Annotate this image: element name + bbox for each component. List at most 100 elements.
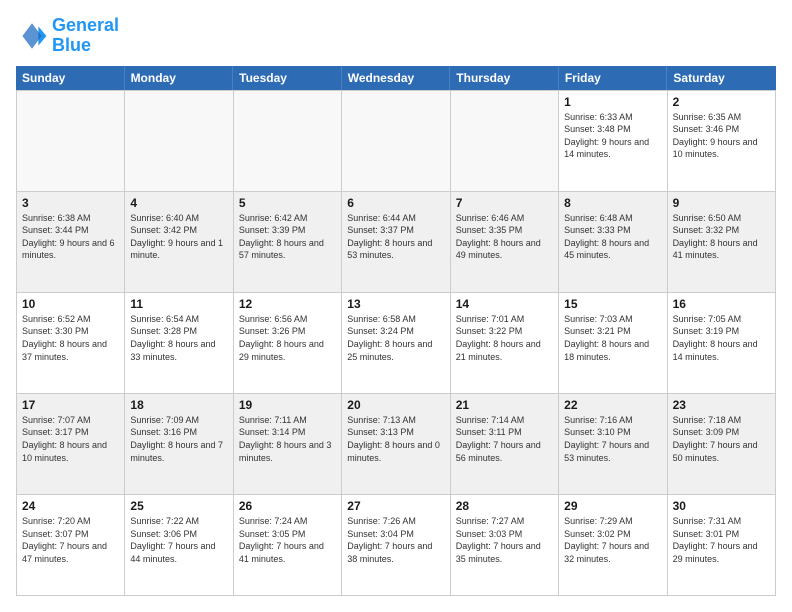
day-number: 22 xyxy=(564,398,661,412)
day-info: Sunrise: 6:48 AM Sunset: 3:33 PM Dayligh… xyxy=(564,212,661,262)
header-day-wednesday: Wednesday xyxy=(342,66,451,90)
day-info: Sunrise: 6:58 AM Sunset: 3:24 PM Dayligh… xyxy=(347,313,444,363)
day-cell-8: 8 Sunrise: 6:48 AM Sunset: 3:33 PM Daylig… xyxy=(559,192,667,293)
day-info: Sunrise: 7:27 AM Sunset: 3:03 PM Dayligh… xyxy=(456,515,553,565)
day-cell-19: 19 Sunrise: 7:11 AM Sunset: 3:14 PM Dayli… xyxy=(234,394,342,495)
day-cell-6: 6 Sunrise: 6:44 AM Sunset: 3:37 PM Daylig… xyxy=(342,192,450,293)
day-cell-2: 2 Sunrise: 6:35 AM Sunset: 3:46 PM Daylig… xyxy=(668,91,776,192)
day-number: 1 xyxy=(564,95,661,109)
day-cell-28: 28 Sunrise: 7:27 AM Sunset: 3:03 PM Dayli… xyxy=(451,495,559,596)
day-cell-25: 25 Sunrise: 7:22 AM Sunset: 3:06 PM Dayli… xyxy=(125,495,233,596)
day-info: Sunrise: 6:40 AM Sunset: 3:42 PM Dayligh… xyxy=(130,212,227,262)
day-cell-3: 3 Sunrise: 6:38 AM Sunset: 3:44 PM Daylig… xyxy=(17,192,125,293)
day-info: Sunrise: 6:42 AM Sunset: 3:39 PM Dayligh… xyxy=(239,212,336,262)
empty-cell xyxy=(451,91,559,192)
day-info: Sunrise: 7:11 AM Sunset: 3:14 PM Dayligh… xyxy=(239,414,336,464)
day-cell-23: 23 Sunrise: 7:18 AM Sunset: 3:09 PM Dayli… xyxy=(668,394,776,495)
day-cell-27: 27Sunrise: 7:26 AM Sunset: 3:04 PM Dayli… xyxy=(342,495,450,596)
day-cell-7: 7 Sunrise: 6:46 AM Sunset: 3:35 PM Daylig… xyxy=(451,192,559,293)
empty-cell xyxy=(342,91,450,192)
day-cell-18: 18 Sunrise: 7:09 AM Sunset: 3:16 PM Dayli… xyxy=(125,394,233,495)
header-day-saturday: Saturday xyxy=(667,66,776,90)
day-cell-21: 21 Sunrise: 7:14 AM Sunset: 3:11 PM Dayli… xyxy=(451,394,559,495)
day-number: 7 xyxy=(456,196,553,210)
day-cell-17: 17 Sunrise: 7:07 AM Sunset: 3:17 PM Dayli… xyxy=(17,394,125,495)
header-day-thursday: Thursday xyxy=(450,66,559,90)
day-cell-5: 5 Sunrise: 6:42 AM Sunset: 3:39 PM Daylig… xyxy=(234,192,342,293)
day-cell-14: 14Sunrise: 7:01 AM Sunset: 3:22 PM Dayli… xyxy=(451,293,559,394)
day-number: 13 xyxy=(347,297,444,311)
day-number: 21 xyxy=(456,398,553,412)
day-cell-22: 22 Sunrise: 7:16 AM Sunset: 3:10 PM Dayli… xyxy=(559,394,667,495)
header-day-sunday: Sunday xyxy=(16,66,125,90)
page: General Blue SundayMondayTuesdayWednesda… xyxy=(0,0,792,612)
day-info: Sunrise: 6:35 AM Sunset: 3:46 PM Dayligh… xyxy=(673,111,770,161)
day-info: Sunrise: 7:01 AM Sunset: 3:22 PM Dayligh… xyxy=(456,313,553,363)
day-info: Sunrise: 7:05 AM Sunset: 3:19 PM Dayligh… xyxy=(673,313,770,363)
empty-cell xyxy=(234,91,342,192)
day-info: Sunrise: 7:03 AM Sunset: 3:21 PM Dayligh… xyxy=(564,313,661,363)
day-number: 25 xyxy=(130,499,227,513)
calendar-header: SundayMondayTuesdayWednesdayThursdayFrid… xyxy=(16,66,776,90)
calendar: SundayMondayTuesdayWednesdayThursdayFrid… xyxy=(16,66,776,596)
header: General Blue xyxy=(16,16,776,56)
calendar-body: 1 Sunrise: 6:33 AM Sunset: 3:48 PM Daylig… xyxy=(16,90,776,596)
day-info: Sunrise: 7:26 AM Sunset: 3:04 PM Dayligh… xyxy=(347,515,444,565)
day-number: 10 xyxy=(22,297,119,311)
header-day-tuesday: Tuesday xyxy=(233,66,342,90)
day-info: Sunrise: 7:16 AM Sunset: 3:10 PM Dayligh… xyxy=(564,414,661,464)
day-number: 5 xyxy=(239,196,336,210)
day-info: Sunrise: 6:50 AM Sunset: 3:32 PM Dayligh… xyxy=(673,212,770,262)
day-number: 9 xyxy=(673,196,770,210)
day-number: 11 xyxy=(130,297,227,311)
day-info: Sunrise: 7:24 AM Sunset: 3:05 PM Dayligh… xyxy=(239,515,336,565)
day-info: Sunrise: 7:18 AM Sunset: 3:09 PM Dayligh… xyxy=(673,414,770,464)
day-cell-13: 13 Sunrise: 6:58 AM Sunset: 3:24 PM Dayli… xyxy=(342,293,450,394)
day-number: 20 xyxy=(347,398,444,412)
day-info: Sunrise: 7:22 AM Sunset: 3:06 PM Dayligh… xyxy=(130,515,227,565)
day-number: 6 xyxy=(347,196,444,210)
day-info: Sunrise: 7:09 AM Sunset: 3:16 PM Dayligh… xyxy=(130,414,227,464)
header-day-friday: Friday xyxy=(559,66,668,90)
day-number: 16 xyxy=(673,297,770,311)
day-number: 4 xyxy=(130,196,227,210)
empty-cell xyxy=(17,91,125,192)
day-number: 29 xyxy=(564,499,661,513)
day-cell-10: 10 Sunrise: 6:52 AM Sunset: 3:30 PM Dayli… xyxy=(17,293,125,394)
day-info: Sunrise: 7:20 AM Sunset: 3:07 PM Dayligh… xyxy=(22,515,119,565)
day-info: Sunrise: 6:52 AM Sunset: 3:30 PM Dayligh… xyxy=(22,313,119,363)
logo-text: General Blue xyxy=(52,16,119,56)
day-number: 23 xyxy=(673,398,770,412)
day-number: 18 xyxy=(130,398,227,412)
logo: General Blue xyxy=(16,16,119,56)
logo-icon xyxy=(16,20,48,52)
day-number: 19 xyxy=(239,398,336,412)
day-info: Sunrise: 7:29 AM Sunset: 3:02 PM Dayligh… xyxy=(564,515,661,565)
day-info: Sunrise: 6:44 AM Sunset: 3:37 PM Dayligh… xyxy=(347,212,444,262)
day-info: Sunrise: 6:38 AM Sunset: 3:44 PM Dayligh… xyxy=(22,212,119,262)
day-number: 15 xyxy=(564,297,661,311)
day-cell-15: 15 Sunrise: 7:03 AM Sunset: 3:21 PM Dayli… xyxy=(559,293,667,394)
day-cell-11: 11Sunrise: 6:54 AM Sunset: 3:28 PM Dayli… xyxy=(125,293,233,394)
day-info: Sunrise: 6:56 AM Sunset: 3:26 PM Dayligh… xyxy=(239,313,336,363)
day-number: 8 xyxy=(564,196,661,210)
day-number: 24 xyxy=(22,499,119,513)
day-info: Sunrise: 7:07 AM Sunset: 3:17 PM Dayligh… xyxy=(22,414,119,464)
day-info: Sunrise: 6:46 AM Sunset: 3:35 PM Dayligh… xyxy=(456,212,553,262)
header-day-monday: Monday xyxy=(125,66,234,90)
day-number: 28 xyxy=(456,499,553,513)
day-info: Sunrise: 7:31 AM Sunset: 3:01 PM Dayligh… xyxy=(673,515,770,565)
day-number: 3 xyxy=(22,196,119,210)
day-cell-29: 29 Sunrise: 7:29 AM Sunset: 3:02 PM Dayli… xyxy=(559,495,667,596)
day-number: 12 xyxy=(239,297,336,311)
day-number: 17 xyxy=(22,398,119,412)
day-cell-24: 24 Sunrise: 7:20 AM Sunset: 3:07 PM Dayli… xyxy=(17,495,125,596)
day-number: 2 xyxy=(673,95,770,109)
day-cell-16: 16 Sunrise: 7:05 AM Sunset: 3:19 PM Dayli… xyxy=(668,293,776,394)
day-cell-12: 12 Sunrise: 6:56 AM Sunset: 3:26 PM Dayli… xyxy=(234,293,342,394)
day-info: Sunrise: 7:14 AM Sunset: 3:11 PM Dayligh… xyxy=(456,414,553,464)
day-number: 30 xyxy=(673,499,770,513)
day-cell-20: 20Sunrise: 7:13 AM Sunset: 3:13 PM Dayli… xyxy=(342,394,450,495)
day-info: Sunrise: 6:33 AM Sunset: 3:48 PM Dayligh… xyxy=(564,111,661,161)
day-cell-26: 26Sunrise: 7:24 AM Sunset: 3:05 PM Dayli… xyxy=(234,495,342,596)
